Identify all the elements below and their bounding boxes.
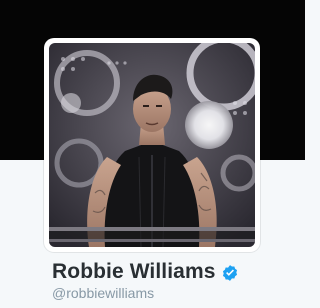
profile-avatar[interactable] xyxy=(49,43,255,247)
profile-avatar-frame xyxy=(44,38,260,252)
verified-badge-icon xyxy=(221,262,239,282)
profile-name-row: Robbie Williams xyxy=(52,258,239,286)
profile-screen-name[interactable]: @robbiewilliams xyxy=(52,284,154,302)
profile-display-name[interactable]: Robbie Williams xyxy=(52,258,216,286)
avatar-photo xyxy=(49,43,255,247)
